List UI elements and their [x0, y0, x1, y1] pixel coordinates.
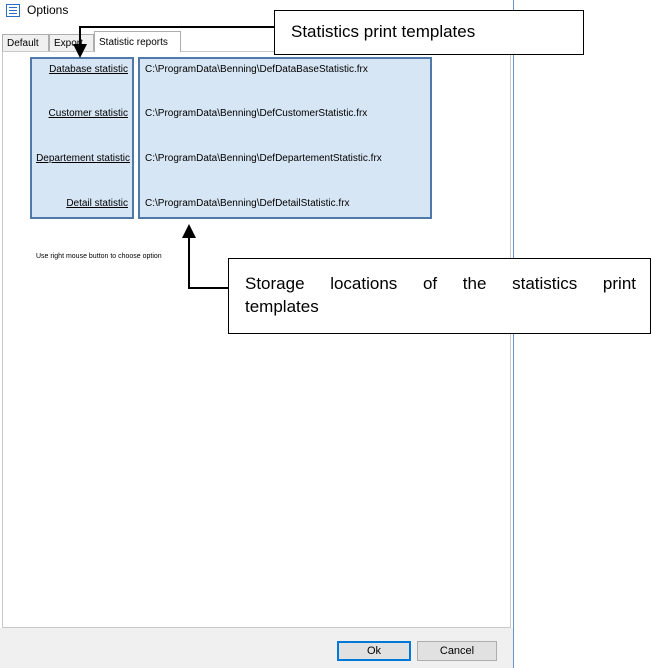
ok-button[interactable]: Ok	[337, 641, 411, 661]
storage-callout-line	[188, 287, 228, 289]
storage-callout-line2: templates	[245, 297, 319, 316]
customer-statistic-path: C:\ProgramData\Benning\DefCustomerStatis…	[145, 108, 368, 119]
storage-callout-line1: Storage locations of the statistics prin…	[245, 274, 636, 293]
templates-callout-stem	[79, 26, 81, 46]
arrow-down-icon	[73, 44, 87, 58]
detail-statistic-link[interactable]: Detail statistic	[66, 198, 128, 209]
storage-callout: Storage locations of the statistics prin…	[228, 258, 651, 334]
statistic-paths-group: C:\ProgramData\Benning\DefDataBaseStatis…	[138, 57, 432, 219]
storage-callout-stem	[188, 236, 190, 289]
templates-callout-line	[80, 26, 274, 28]
options-dialog: Options Default Export Statistic reports…	[0, 0, 514, 668]
statistic-links-group: Database statistic Customer statistic De…	[30, 57, 134, 219]
options-window-icon	[6, 4, 20, 17]
customer-statistic-link[interactable]: Customer statistic	[49, 108, 128, 119]
database-statistic-link[interactable]: Database statistic	[49, 64, 128, 75]
window-title: Options	[27, 3, 69, 17]
departement-statistic-path: C:\ProgramData\Benning\DefDepartementSta…	[145, 153, 382, 164]
detail-statistic-path: C:\ProgramData\Benning\DefDetailStatisti…	[145, 198, 350, 209]
tab-export[interactable]: Export	[49, 34, 94, 51]
database-statistic-path: C:\ProgramData\Benning\DefDataBaseStatis…	[145, 64, 368, 75]
templates-callout: Statistics print templates	[274, 10, 584, 55]
departement-statistic-link[interactable]: Departement statistic	[36, 153, 130, 164]
tab-statistic-reports[interactable]: Statistic reports	[94, 31, 181, 52]
hint-text: Use right mouse button to choose option	[36, 253, 162, 260]
tab-default[interactable]: Default	[2, 34, 49, 51]
cancel-button[interactable]: Cancel	[417, 641, 497, 661]
